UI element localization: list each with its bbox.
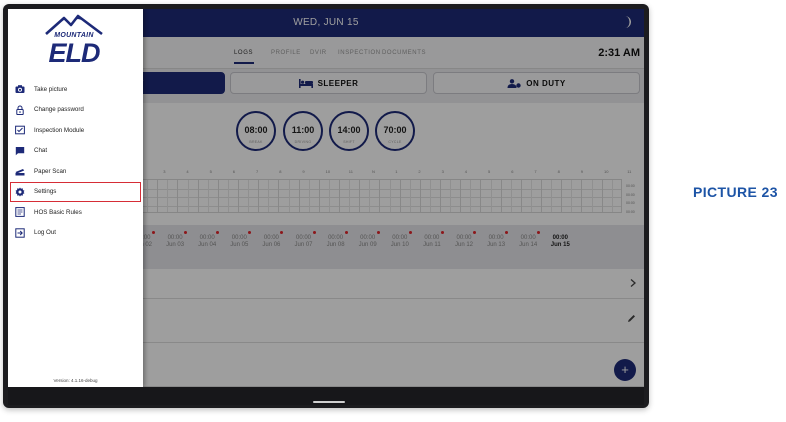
menu-item-settings[interactable]: Settings (10, 181, 141, 202)
menu-item-change-password[interactable]: Change password (8, 100, 143, 121)
menu-item-take-picture[interactable]: Take picture (8, 79, 143, 100)
navigation-drawer: MOUNTAIN ELD Take picture Change passwor… (8, 9, 143, 387)
inspection-icon (15, 125, 25, 135)
app-version: Version: 4.1.16-debug (53, 378, 98, 383)
lock-icon (16, 105, 24, 115)
menu-label-hos-basic-rules: HOS Basic Rules (34, 208, 82, 216)
menu-label-paper-scan: Paper Scan (34, 167, 67, 175)
system-nav-bar (8, 387, 644, 405)
gear-icon (15, 187, 25, 197)
camera-icon (15, 85, 25, 94)
menu-item-inspection-module[interactable]: Inspection Module (8, 120, 143, 141)
tablet-screen: WED, JUN 15 LOGS PROFILE DVIR INSPECTION… (8, 9, 644, 387)
scanner-icon (15, 169, 25, 176)
logout-icon (15, 228, 25, 238)
mountain-eld-logo: MOUNTAIN ELD (38, 14, 110, 70)
chat-icon (15, 146, 25, 155)
menu-item-log-out[interactable]: Log Out (8, 223, 143, 244)
logo-text-eld: ELD (48, 38, 101, 68)
menu-item-hos-basic-rules[interactable]: HOS Basic Rules (8, 202, 143, 223)
home-gesture-handle[interactable] (313, 401, 345, 403)
menu-label-take-picture: Take picture (34, 85, 68, 93)
stage: WED, JUN 15 LOGS PROFILE DVIR INSPECTION… (0, 0, 786, 422)
picture-caption: PICTURE 23 (693, 184, 778, 200)
menu-item-chat[interactable]: Chat (8, 141, 143, 162)
rules-icon (15, 207, 25, 218)
drawer-menu: Take picture Change password Inspection … (8, 79, 143, 243)
menu-label-log-out: Log Out (34, 229, 57, 237)
menu-label-settings: Settings (34, 188, 57, 196)
menu-label-change-password: Change password (34, 106, 84, 114)
menu-item-paper-scan[interactable]: Paper Scan (8, 161, 143, 182)
menu-label-chat: Chat (34, 147, 48, 155)
menu-label-inspection-module: Inspection Module (34, 126, 85, 134)
tablet-frame: WED, JUN 15 LOGS PROFILE DVIR INSPECTION… (3, 4, 649, 408)
